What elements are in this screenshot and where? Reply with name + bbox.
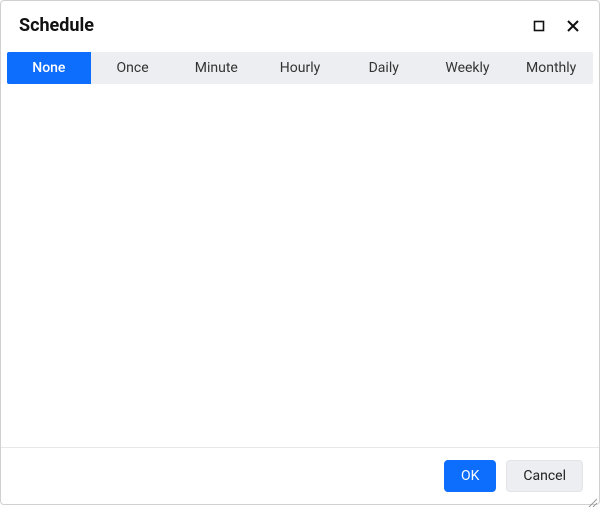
tab-daily[interactable]: Daily — [342, 52, 426, 84]
dialog-header: Schedule — [1, 1, 599, 46]
tab-none[interactable]: None — [7, 52, 91, 84]
tab-monthly[interactable]: Monthly — [509, 52, 593, 84]
tab-content — [1, 84, 599, 447]
ok-button[interactable]: OK — [444, 460, 496, 492]
cancel-button[interactable]: Cancel — [506, 460, 583, 492]
tabs: None Once Minute Hourly Daily Weekly Mon… — [7, 52, 593, 84]
window-controls — [531, 18, 581, 34]
tab-minute[interactable]: Minute — [174, 52, 258, 84]
dialog-footer: OK Cancel — [1, 447, 599, 504]
tab-weekly[interactable]: Weekly — [426, 52, 510, 84]
tab-hourly[interactable]: Hourly — [258, 52, 342, 84]
maximize-icon[interactable] — [531, 18, 547, 34]
tab-once[interactable]: Once — [91, 52, 175, 84]
close-icon[interactable] — [565, 18, 581, 34]
dialog-title: Schedule — [19, 15, 94, 36]
